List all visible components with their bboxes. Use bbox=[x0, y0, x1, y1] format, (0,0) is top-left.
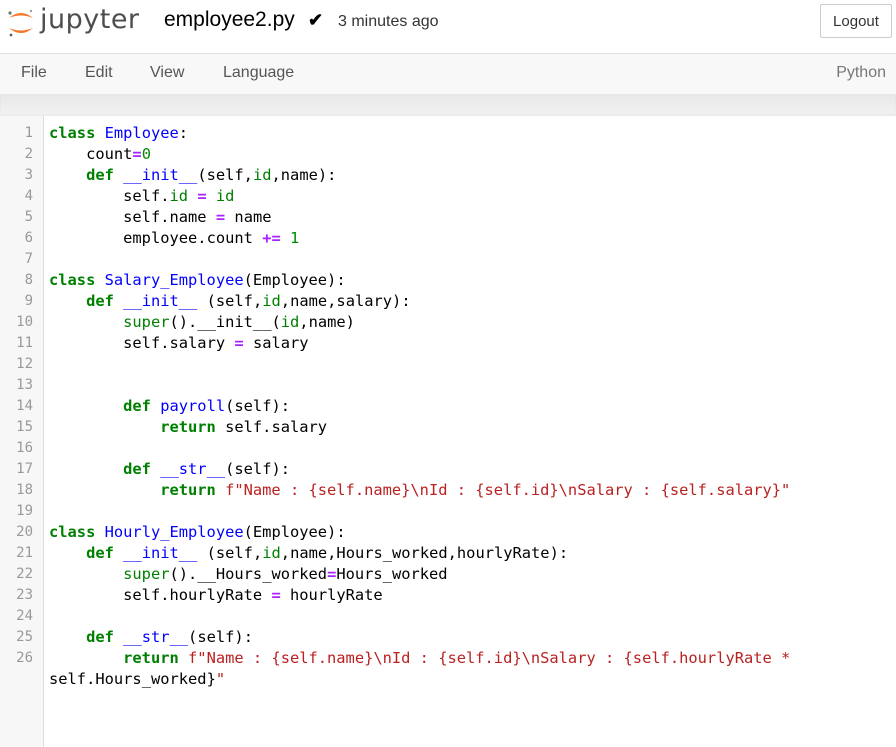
logout-button[interactable]: Logout bbox=[820, 4, 892, 38]
line-number: 11 bbox=[16, 335, 33, 351]
code-line[interactable]: self.name = name bbox=[49, 207, 271, 228]
menu-view[interactable]: View bbox=[150, 64, 184, 82]
line-number: 4 bbox=[24, 188, 33, 204]
line-number: 18 bbox=[16, 482, 33, 498]
line-number: 23 bbox=[16, 587, 33, 603]
menu-edit[interactable]: Edit bbox=[85, 64, 113, 82]
code-line[interactable]: return f"Name : {self.name}\nId : {self.… bbox=[49, 480, 790, 501]
line-number: 1 bbox=[24, 125, 33, 141]
code-line[interactable]: self.id = id bbox=[49, 186, 234, 207]
code-line[interactable]: def __init__ (self,id,name,Hours_worked,… bbox=[49, 543, 568, 564]
notebook-filename[interactable]: employee2.py bbox=[164, 8, 295, 32]
line-number: 2 bbox=[24, 146, 33, 162]
code-line[interactable]: def __init__(self,id,name): bbox=[49, 165, 336, 186]
code-line[interactable]: class Salary_Employee(Employee): bbox=[49, 270, 346, 291]
line-number: 19 bbox=[16, 503, 33, 519]
code-line[interactable]: def __str__(self): bbox=[49, 459, 290, 480]
code-line[interactable]: class Employee: bbox=[49, 123, 188, 144]
header: jupyter employee2.py ✔ 3 minutes ago Log… bbox=[0, 0, 896, 48]
last-saved-status: 3 minutes ago bbox=[338, 13, 439, 30]
code-editor[interactable]: 1 2 3 4 5 6 7 8 9 10 11 12 13 14 15 16 17 18 19 20 21 22 23 24 2… bbox=[0, 116, 896, 747]
line-number: 5 bbox=[24, 209, 33, 225]
line-number: 6 bbox=[24, 230, 33, 246]
code-line[interactable]: self.hourlyRate = hourlyRate bbox=[49, 585, 383, 606]
line-number: 10 bbox=[16, 314, 33, 330]
code-line[interactable]: super().__init__(id,name) bbox=[49, 312, 355, 333]
code-line[interactable]: class Hourly_Employee(Employee): bbox=[49, 522, 346, 543]
line-number: 9 bbox=[24, 293, 33, 309]
kernel-indicator: Python bbox=[836, 64, 886, 81]
line-number-gutter: 1 2 3 4 5 6 7 8 9 10 11 12 13 14 15 16 17 18 19 20 21 22 23 24 2… bbox=[0, 116, 44, 747]
jupyter-wordmark[interactable]: jupyter bbox=[40, 4, 140, 35]
line-number: 7 bbox=[24, 251, 33, 267]
line-number: 8 bbox=[24, 272, 33, 288]
line-number: 20 bbox=[16, 524, 33, 540]
code-line[interactable]: self.salary = salary bbox=[49, 333, 308, 354]
line-number: 16 bbox=[16, 440, 33, 456]
line-number: 17 bbox=[16, 461, 33, 477]
line-number: 13 bbox=[16, 377, 33, 393]
line-number: 15 bbox=[16, 419, 33, 435]
line-number: 26 bbox=[16, 650, 33, 666]
jupyter-logo-icon[interactable] bbox=[6, 8, 36, 38]
menu-language[interactable]: Language bbox=[223, 64, 294, 82]
code-line[interactable]: super().__Hours_worked=Hours_worked bbox=[49, 564, 447, 585]
line-number: 21 bbox=[16, 545, 33, 561]
code-line[interactable]: count=0 bbox=[49, 144, 151, 165]
code-line[interactable]: def __str__(self): bbox=[49, 627, 253, 648]
code-line[interactable]: employee.count += 1 bbox=[49, 228, 299, 249]
line-number: 14 bbox=[16, 398, 33, 414]
line-number: 3 bbox=[24, 167, 33, 183]
code-line[interactable]: return f"Name : {self.name}\nId : {self.… bbox=[49, 648, 790, 669]
toolbar-divider bbox=[0, 94, 896, 116]
code-line[interactable]: return self.salary bbox=[49, 417, 327, 438]
menubar: File Edit View Language Python bbox=[0, 53, 896, 95]
line-number: 22 bbox=[16, 566, 33, 582]
line-number: 25 bbox=[16, 629, 33, 645]
saved-check-icon: ✔ bbox=[308, 10, 324, 30]
menu-file[interactable]: File bbox=[21, 64, 47, 82]
code-line[interactable]: self.Hours_worked}" bbox=[49, 669, 225, 690]
code-line[interactable]: def payroll(self): bbox=[49, 396, 290, 417]
line-number: 12 bbox=[16, 356, 33, 372]
line-number: 24 bbox=[16, 608, 33, 624]
code-line[interactable]: def __init__ (self,id,name,salary): bbox=[49, 291, 411, 312]
